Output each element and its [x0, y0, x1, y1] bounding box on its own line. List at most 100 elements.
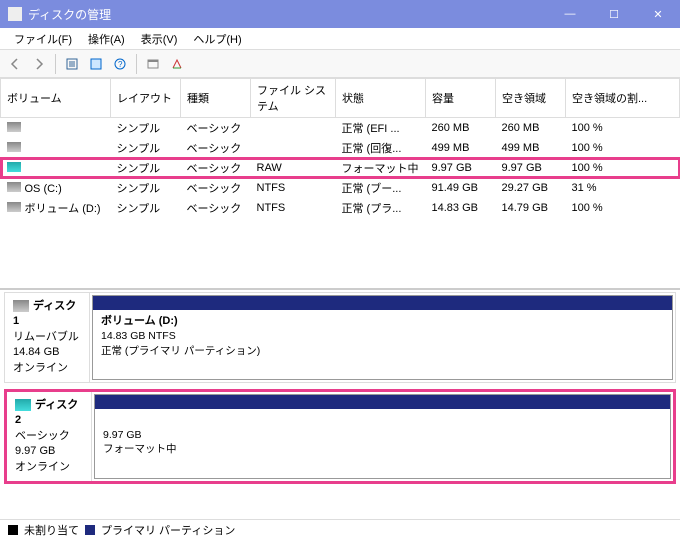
- close-button[interactable]: ✕: [636, 0, 680, 28]
- cell-free: 260 MB: [496, 118, 566, 139]
- col-status[interactable]: 状態: [336, 79, 426, 118]
- window-controls: ― ☐ ✕: [548, 0, 680, 28]
- toolbar-separator: [136, 54, 137, 74]
- forward-button[interactable]: [28, 53, 50, 75]
- cell-capacity: 499 MB: [426, 138, 496, 158]
- cell-free: 14.79 GB: [496, 198, 566, 218]
- cell-layout: シンプル: [111, 138, 181, 158]
- col-capacity[interactable]: 容量: [426, 79, 496, 118]
- cell-freepct: 31 %: [566, 178, 680, 198]
- panel-button-1[interactable]: [142, 53, 164, 75]
- panel-button-2[interactable]: [166, 53, 188, 75]
- cell-type: ベーシック: [181, 178, 251, 198]
- disk-info: ディスク 2ベーシック9.97 GBオンライン: [7, 392, 92, 481]
- col-freepct[interactable]: 空き領域の割...: [566, 79, 680, 118]
- disk-block[interactable]: ディスク 2ベーシック9.97 GBオンライン9.97 GBフォーマット中: [4, 389, 676, 484]
- volume-icon: [7, 182, 21, 192]
- settings-button[interactable]: [61, 53, 83, 75]
- cell-layout: シンプル: [111, 118, 181, 139]
- table-row[interactable]: OS (C:)シンプルベーシックNTFS正常 (ブー...91.49 GB29.…: [1, 178, 680, 198]
- partition[interactable]: 9.97 GBフォーマット中: [94, 394, 671, 479]
- volume-icon: [7, 142, 21, 152]
- legend-label-primary: プライマリ パーティション: [101, 522, 235, 538]
- disk-icon: [15, 399, 31, 411]
- table-row[interactable]: シンプルベーシック正常 (回復...499 MB499 MB100 %: [1, 138, 680, 158]
- cell-status: 正常 (EFI ...: [336, 118, 426, 139]
- partition-body: 9.97 GBフォーマット中: [95, 409, 670, 461]
- table-row[interactable]: シンプルベーシックRAWフォーマット中9.97 GB9.97 GB100 %: [1, 158, 680, 178]
- cell-capacity: 9.97 GB: [426, 158, 496, 178]
- disk-info: ディスク 1リムーバブル14.84 GBオンライン: [5, 293, 90, 382]
- partition-status: 正常 (プライマリ パーティション): [101, 345, 260, 357]
- cell-freepct: 100 %: [566, 138, 680, 158]
- cell-free: 29.27 GB: [496, 178, 566, 198]
- col-free[interactable]: 空き領域: [496, 79, 566, 118]
- col-volume[interactable]: ボリューム: [1, 79, 111, 118]
- partition-size: 14.83 GB NTFS: [101, 330, 176, 342]
- cell-layout: シンプル: [111, 178, 181, 198]
- help-button[interactable]: ?: [109, 53, 131, 75]
- volume-name: OS (C:): [25, 183, 62, 195]
- cell-filesystem: [251, 118, 336, 139]
- volume-list-panel: ボリューム レイアウト 種類 ファイル システム 状態 容量 空き領域 空き領域…: [0, 78, 680, 288]
- partition[interactable]: ボリューム (D:)14.83 GB NTFS正常 (プライマリ パーティション…: [92, 295, 673, 380]
- maximize-button[interactable]: ☐: [592, 0, 636, 28]
- toolbar-separator: [55, 54, 56, 74]
- cell-freepct: 100 %: [566, 158, 680, 178]
- volume-table: ボリューム レイアウト 種類 ファイル システム 状態 容量 空き領域 空き領域…: [0, 78, 680, 218]
- cell-freepct: 100 %: [566, 118, 680, 139]
- cell-status: 正常 (ブー...: [336, 178, 426, 198]
- cell-capacity: 14.83 GB: [426, 198, 496, 218]
- disk-kind: リムーバブル: [13, 330, 81, 345]
- cell-type: ベーシック: [181, 158, 251, 178]
- menu-file[interactable]: ファイル(F): [6, 29, 80, 49]
- cell-filesystem: NTFS: [251, 198, 336, 218]
- cell-capacity: 260 MB: [426, 118, 496, 139]
- table-row[interactable]: シンプルベーシック正常 (EFI ...260 MB260 MB100 %: [1, 118, 680, 139]
- cell-status: 正常 (回復...: [336, 138, 426, 158]
- window-title: ディスクの管理: [28, 6, 548, 23]
- cell-status: フォーマット中: [336, 158, 426, 178]
- menu-actions[interactable]: 操作(A): [80, 29, 133, 49]
- menu-view[interactable]: 表示(V): [133, 29, 186, 49]
- disk-kind: ベーシック: [15, 429, 83, 444]
- volume-name: ボリューム (D:): [25, 203, 101, 215]
- volume-icon: [7, 122, 21, 132]
- cell-filesystem: [251, 138, 336, 158]
- menubar: ファイル(F) 操作(A) 表示(V) ヘルプ(H): [0, 28, 680, 50]
- disk-size: 14.84 GB: [13, 345, 81, 360]
- disk-size: 9.97 GB: [15, 444, 83, 459]
- back-button[interactable]: [4, 53, 26, 75]
- cell-type: ベーシック: [181, 198, 251, 218]
- volume-icon: [7, 162, 21, 172]
- disk-status: オンライン: [13, 361, 81, 376]
- col-filesystem[interactable]: ファイル システム: [251, 79, 336, 118]
- minimize-button[interactable]: ―: [548, 0, 592, 28]
- col-layout[interactable]: レイアウト: [111, 79, 181, 118]
- svg-text:?: ?: [118, 60, 123, 69]
- disk-icon: [13, 300, 29, 312]
- disk-partitions: 9.97 GBフォーマット中: [92, 392, 673, 481]
- table-row[interactable]: ボリューム (D:) シンプルベーシックNTFS正常 (プラ...14.83 GB…: [1, 198, 680, 218]
- menu-help[interactable]: ヘルプ(H): [185, 29, 249, 49]
- refresh-button[interactable]: [85, 53, 107, 75]
- disk-block[interactable]: ディスク 1リムーバブル14.84 GBオンラインボリューム (D:)14.83…: [4, 292, 676, 383]
- cell-status: 正常 (プラ...: [336, 198, 426, 218]
- legend: 未割り当て プライマリ パーティション: [0, 519, 680, 539]
- col-type[interactable]: 種類: [181, 79, 251, 118]
- cell-free: 9.97 GB: [496, 158, 566, 178]
- partition-body: ボリューム (D:)14.83 GB NTFS正常 (プライマリ パーティション…: [93, 310, 672, 363]
- cell-layout: シンプル: [111, 158, 181, 178]
- cell-layout: シンプル: [111, 198, 181, 218]
- cell-capacity: 91.49 GB: [426, 178, 496, 198]
- partition-size: 9.97 GB: [103, 429, 142, 441]
- legend-swatch-primary: [85, 525, 95, 535]
- cell-free: 499 MB: [496, 138, 566, 158]
- cell-freepct: 100 %: [566, 198, 680, 218]
- titlebar: ディスクの管理 ― ☐ ✕: [0, 0, 680, 28]
- disk-graphic-panel: ディスク 1リムーバブル14.84 GBオンラインボリューム (D:)14.83…: [0, 288, 680, 519]
- disk-status: オンライン: [15, 460, 83, 475]
- volume-icon: [7, 202, 21, 212]
- partition-header: [93, 296, 672, 310]
- disk-partitions: ボリューム (D:)14.83 GB NTFS正常 (プライマリ パーティション…: [90, 293, 675, 382]
